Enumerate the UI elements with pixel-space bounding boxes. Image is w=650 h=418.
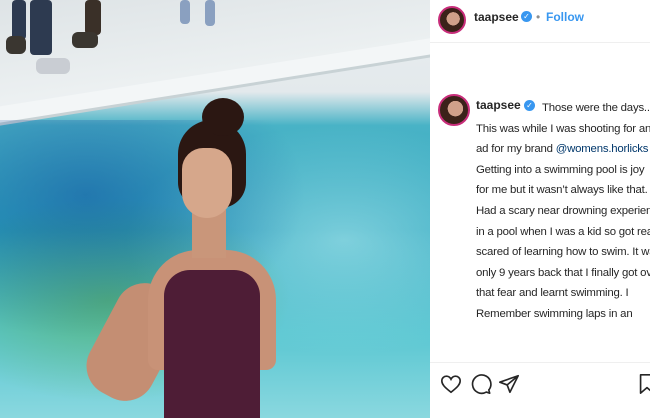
caption-line: in a pool when I was a kid so got really [476,225,650,238]
hair-bun [202,98,244,136]
bystander-leg [180,0,190,24]
caption-line: Getting into a swimming pool is joy [476,163,645,176]
bystander-leg [205,0,215,26]
actions-divider [430,362,650,363]
post-photo[interactable] [0,0,430,418]
caption-line: Those were the days.... [542,102,650,114]
swim-top [164,270,260,418]
share-icon[interactable] [498,373,520,395]
caption-avatar[interactable] [438,94,470,126]
header-username[interactable]: taapsee [474,10,519,24]
separator-dot: • [536,10,541,24]
bystander-leg [85,0,101,35]
bystander-shoe [36,58,70,74]
bystander-leg [30,0,52,55]
caption-line: This was while I was shooting for an [476,122,650,135]
post-header: taapsee ✓ • Follow [430,0,650,40]
caption-line: that fear and learnt swimming. I [476,287,629,300]
caption-line: for me but it wasn’t always like that. [476,184,648,197]
caption-line: scared of learning how to swim. It was [476,246,650,259]
follow-button[interactable]: Follow [546,10,584,24]
woman-figure [75,92,290,418]
comment-icon[interactable] [470,373,492,395]
bystander-shoe [72,32,98,48]
bystander-shoe [6,36,26,54]
caption-line: only 9 years back that I finally got ove… [476,266,650,279]
verified-badge-icon: ✓ [521,11,532,22]
caption-line: Had a scary near drowning experience [476,204,650,217]
caption-line: ad for my brand [476,143,553,156]
post-side-panel: taapsee ✓ • Follow taapsee ✓ Those were … [430,0,650,418]
header-divider [430,42,650,43]
profile-avatar[interactable] [438,6,466,34]
heart-icon[interactable] [440,373,462,395]
bookmark-icon[interactable] [636,373,650,395]
mention-link[interactable]: @womens.horlicks [556,143,649,155]
caption-line: Remember swimming laps in an [476,307,633,320]
bystander-leg [12,0,26,40]
caption-text: Those were the days.... This was while I… [476,98,650,325]
woman-face [182,148,232,218]
caption-line-with-mention: ad for my brand @womens.horlicks [476,139,650,160]
